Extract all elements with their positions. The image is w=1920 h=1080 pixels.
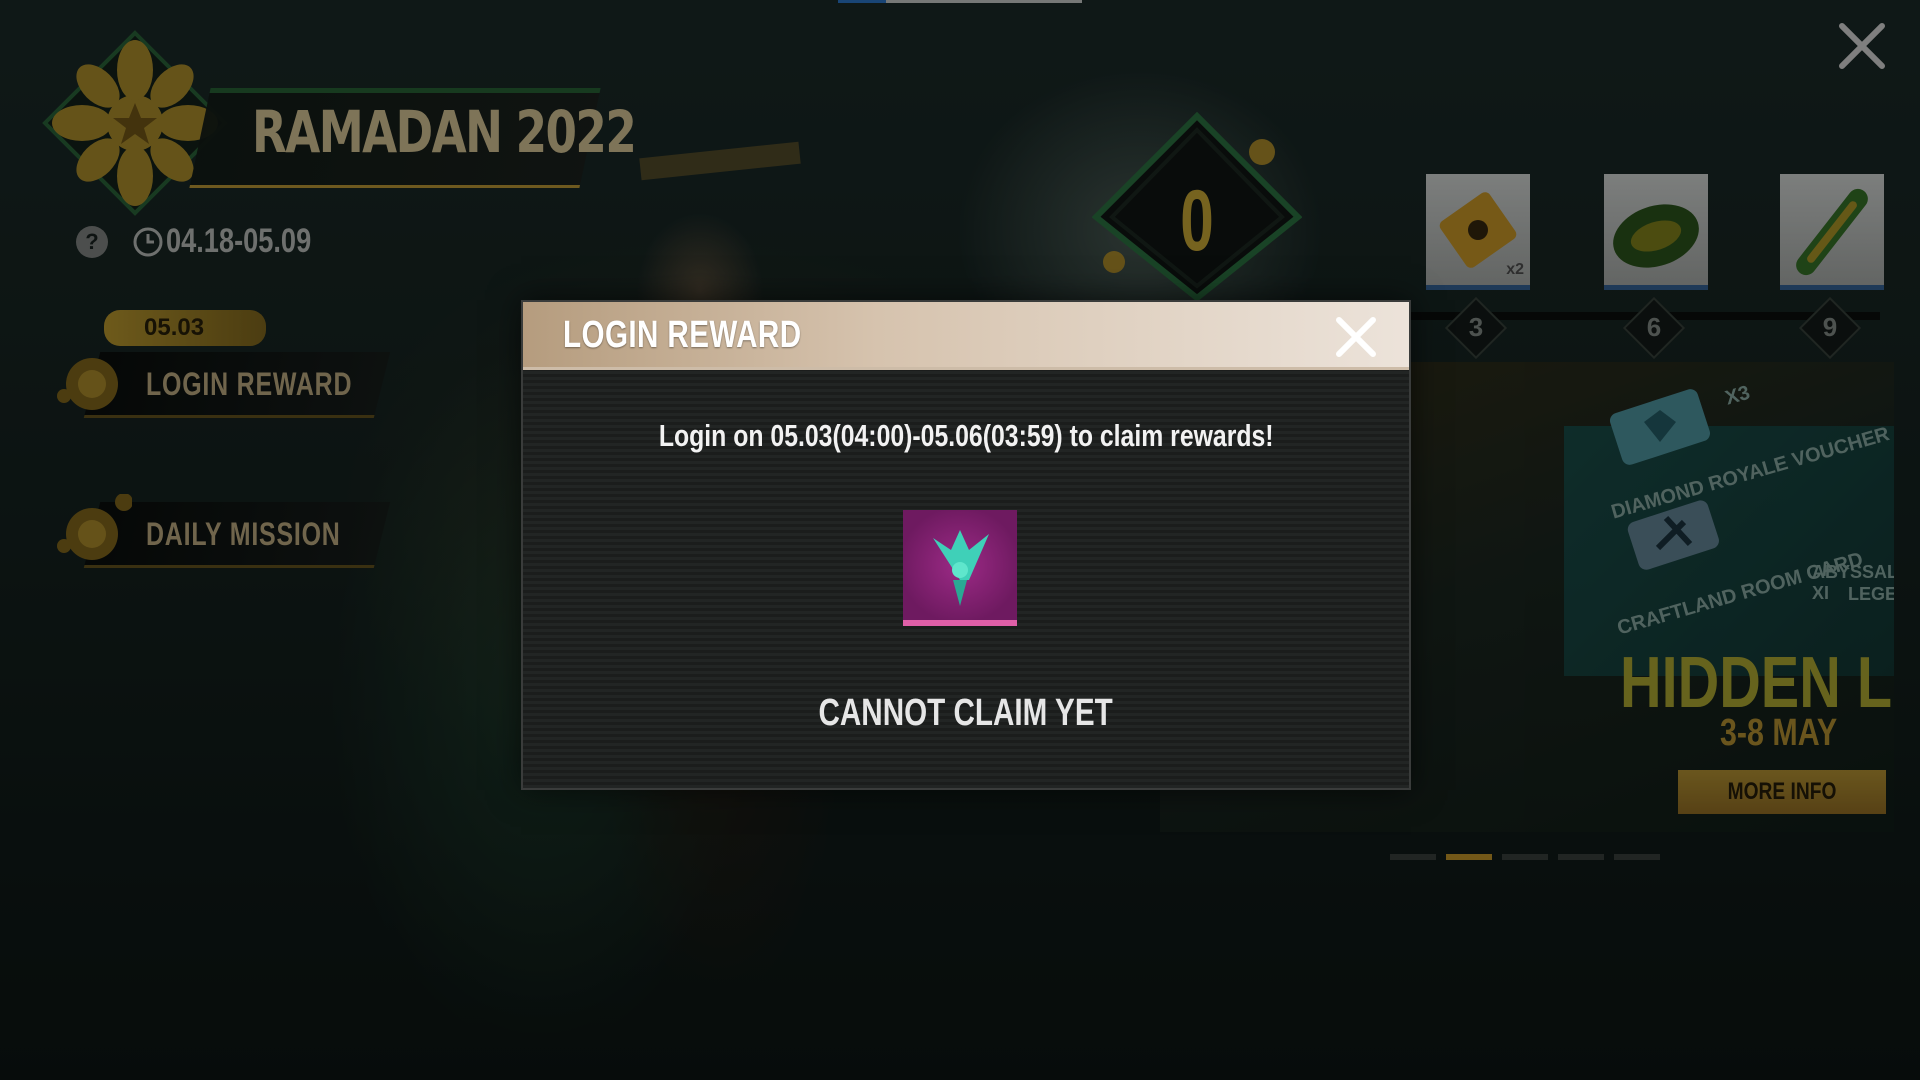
close-icon[interactable] bbox=[1333, 314, 1379, 360]
login-reward-modal: LOGIN REWARD Login on 05.03(04:00)-05.06… bbox=[521, 300, 1411, 790]
eagle-icon bbox=[933, 530, 989, 606]
reward-item[interactable] bbox=[903, 510, 1017, 626]
modal-title: LOGIN REWARD bbox=[563, 314, 802, 356]
modal-header: LOGIN REWARD bbox=[523, 302, 1409, 370]
claim-status: CANNOT CLAIM YET bbox=[818, 692, 1114, 734]
modal-message: Login on 05.03(04:00)-05.06(03:59) to cl… bbox=[658, 418, 1274, 453]
